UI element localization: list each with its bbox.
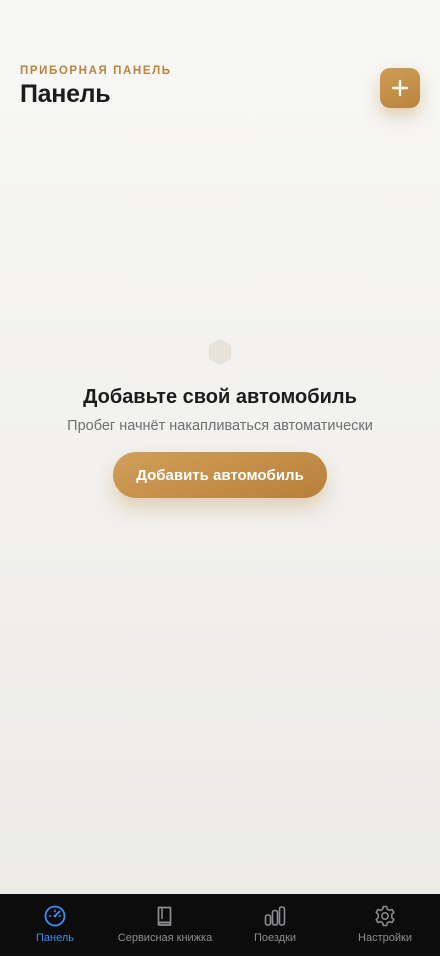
tab-bar: Панель Сервисная книжка Поездки Настройк… bbox=[0, 894, 440, 956]
app-screen: ПРИБОРНАЯ ПАНЕЛЬ Панель Добавьте свой ав… bbox=[0, 0, 440, 956]
empty-state-subtitle: Пробег начнёт накапливаться автоматическ… bbox=[67, 418, 373, 434]
empty-state-title: Добавьте свой автомобиль bbox=[83, 386, 357, 408]
speedometer-icon bbox=[44, 905, 66, 927]
page-header: ПРИБОРНАЯ ПАНЕЛЬ Панель bbox=[20, 64, 420, 112]
add-car-button[interactable]: Добавить автомобиль bbox=[113, 452, 327, 498]
hexagon-icon bbox=[208, 339, 232, 365]
gear-icon bbox=[375, 905, 395, 927]
tab-service-book-label: Сервисная книжка bbox=[117, 932, 213, 944]
add-button[interactable] bbox=[380, 68, 420, 108]
tab-settings[interactable]: Настройки bbox=[330, 894, 440, 956]
tab-trips[interactable]: Поездки bbox=[220, 894, 330, 956]
tab-trips-label: Поездки bbox=[253, 932, 297, 944]
tab-service-book[interactable]: Сервисная книжка bbox=[110, 894, 220, 956]
tab-settings-label: Настройки bbox=[358, 932, 412, 944]
plus-icon bbox=[391, 79, 409, 97]
bar-chart-icon bbox=[264, 906, 286, 926]
book-icon bbox=[157, 906, 172, 926]
page-title: Панель bbox=[20, 80, 111, 108]
tab-dashboard[interactable]: Панель bbox=[0, 894, 110, 956]
tab-dashboard-label: Панель bbox=[35, 932, 74, 944]
page-eyebrow: ПРИБОРНАЯ ПАНЕЛЬ bbox=[20, 65, 172, 77]
